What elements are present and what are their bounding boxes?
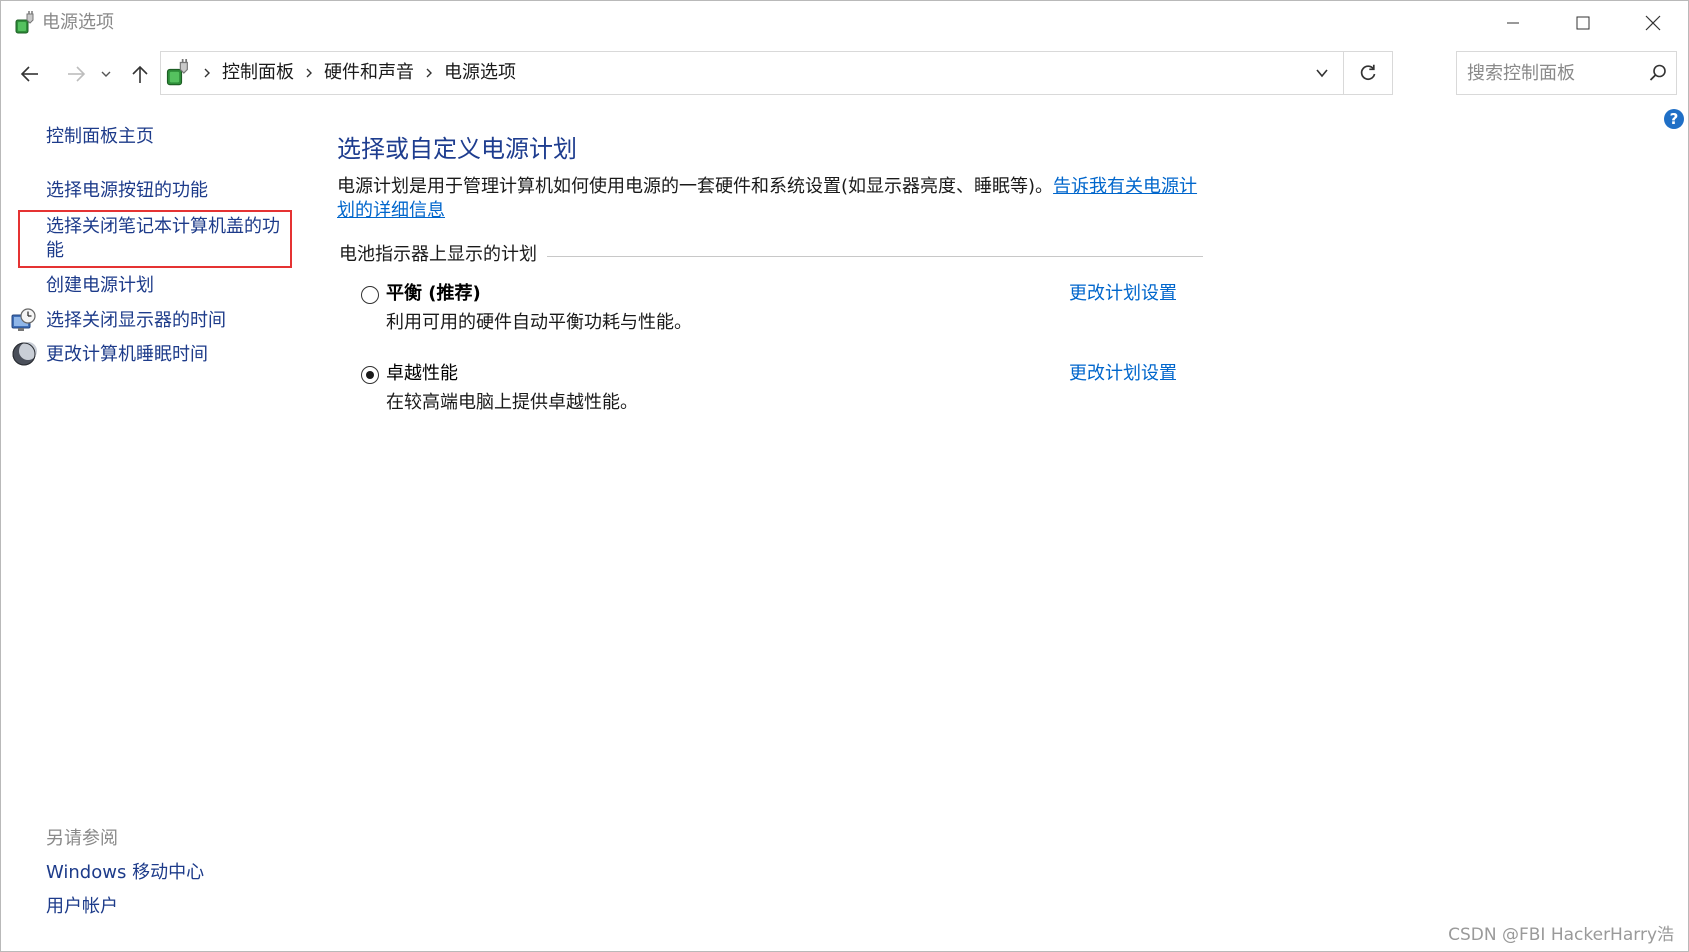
sidebar-windows-mobility-center[interactable]: Windows 移动中心 — [46, 861, 204, 885]
page-description: 电源计划是用于管理计算机如何使用电源的一套硬件和系统设置(如显示器亮度、睡眠等)… — [337, 175, 1207, 223]
chevron-right-icon[interactable] — [302, 66, 316, 80]
chevron-down-icon — [101, 71, 111, 77]
watermark: CSDN @FBI HackerHarry浩 — [1448, 925, 1674, 945]
sidebar-lid-close-function[interactable]: 选择关闭笔记本计算机盖的功能 — [46, 215, 291, 263]
chevron-down-icon — [1316, 69, 1328, 78]
sidebar: 控制面板主页 选择电源按钮的功能 选择关闭笔记本计算机盖的功能 创建电源计划 选… — [1, 111, 321, 941]
close-icon — [1645, 15, 1661, 31]
help-icon[interactable]: ? — [1663, 108, 1685, 130]
divider — [547, 256, 1203, 257]
plan-name[interactable]: 卓越性能 — [386, 361, 458, 387]
change-plan-settings-link[interactable]: 更改计划设置 — [1069, 361, 1177, 387]
page-title: 选择或自定义电源计划 — [337, 135, 577, 163]
sleep-moon-icon — [11, 341, 37, 367]
title-bar: 电源选项 — [1, 1, 1688, 45]
sidebar-power-button-function[interactable]: 选择电源按钮的功能 — [46, 179, 208, 203]
search-input[interactable] — [1457, 52, 1647, 94]
plan-radio-ultimate[interactable] — [361, 366, 379, 384]
search-icon[interactable] — [1648, 63, 1668, 83]
change-plan-settings-link[interactable]: 更改计划设置 — [1069, 281, 1177, 307]
description-text: 电源计划是用于管理计算机如何使用电源的一套硬件和系统设置(如显示器亮度、睡眠等)… — [337, 176, 1054, 197]
power-options-window: 电源选项 控制面板 硬件和声音 电源选项 搜索控制面板 ? 控制面板主页 选择电… — [0, 0, 1689, 952]
plan-description: 在较高端电脑上提供卓越性能。 — [386, 392, 638, 413]
plan-group-header: 电池指示器上显示的计划 — [339, 243, 1203, 267]
refresh-icon — [1360, 64, 1376, 81]
breadcrumb-control-panel[interactable]: 控制面板 — [222, 61, 294, 85]
forward-button[interactable] — [61, 55, 91, 93]
arrow-up-icon — [132, 65, 148, 83]
plan-ultimate-performance: 卓越性能 在较高端电脑上提供卓越性能。 更改计划设置 — [361, 361, 1201, 421]
arrow-right-icon — [68, 66, 86, 82]
window-title: 电源选项 — [42, 12, 114, 33]
address-dropdown-button[interactable] — [1302, 52, 1342, 94]
plan-name[interactable]: 平衡 (推荐) — [386, 281, 481, 307]
plan-radio-balanced[interactable] — [361, 286, 379, 304]
chevron-right-icon[interactable] — [422, 66, 436, 80]
plan-description: 利用可用的硬件自动平衡功耗与性能。 — [386, 312, 692, 333]
sidebar-create-power-plan[interactable]: 创建电源计划 — [46, 274, 154, 298]
recent-locations-button[interactable] — [96, 55, 116, 93]
address-bar[interactable]: 控制面板 硬件和声音 电源选项 — [160, 51, 1393, 95]
power-options-icon — [13, 11, 37, 35]
sidebar-sleep-time[interactable]: 更改计算机睡眠时间 — [46, 343, 208, 367]
refresh-button[interactable] — [1343, 52, 1392, 94]
plan-group-label: 电池指示器上显示的计划 — [339, 244, 537, 265]
minimize-icon — [1507, 22, 1519, 24]
sidebar-control-panel-home[interactable]: 控制面板主页 — [46, 125, 154, 149]
minimize-button[interactable] — [1478, 1, 1548, 45]
maximize-icon — [1576, 16, 1590, 30]
see-also-heading: 另请参阅 — [46, 828, 118, 849]
breadcrumb-hardware-sound[interactable]: 硬件和声音 — [324, 61, 414, 85]
plan-balanced: 平衡 (推荐) 利用可用的硬件自动平衡功耗与性能。 更改计划设置 — [361, 281, 1201, 341]
sidebar-user-accounts[interactable]: 用户帐户 — [46, 895, 118, 919]
maximize-button[interactable] — [1548, 1, 1618, 45]
up-button[interactable] — [125, 55, 155, 93]
navigation-bar: 控制面板 硬件和声音 电源选项 — [1, 47, 1688, 101]
power-options-icon — [164, 59, 192, 87]
back-button[interactable] — [15, 55, 45, 93]
sidebar-display-off-time[interactable]: 选择关闭显示器的时间 — [46, 309, 226, 333]
display-clock-icon — [11, 307, 37, 333]
arrow-left-icon — [20, 66, 38, 82]
search-box[interactable] — [1456, 51, 1677, 95]
breadcrumb-power-options[interactable]: 电源选项 — [444, 61, 516, 85]
close-button[interactable] — [1618, 1, 1688, 45]
svg-text:?: ? — [1670, 110, 1679, 128]
chevron-right-icon[interactable] — [200, 66, 214, 80]
